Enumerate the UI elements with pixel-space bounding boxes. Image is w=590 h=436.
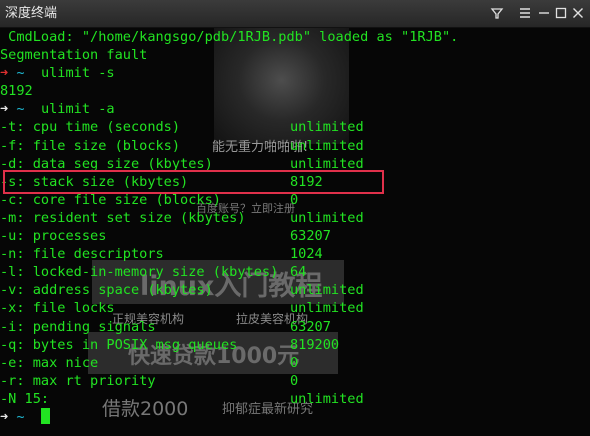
prompt-arrow-icon: ➜ [0,408,9,425]
command-text: ulimit -s [40,65,115,82]
ulimit-row: -l: locked-in-memory size (kbytes) 64 [0,263,590,281]
window-titlebar[interactable]: 深度终端 [0,0,590,28]
ulimit-value: 0 [290,372,299,389]
ulimit-row: -f: file size (blocks) unlimited [0,137,590,155]
ulimit-value: unlimited [290,282,364,299]
ulimit-list: -t: cpu time (seconds) unlimited -f: file … [0,118,590,408]
ulimit-value: unlimited [290,209,364,226]
prompt-line: ➜ ~ [0,407,590,426]
ulimit-value: 0 [290,354,299,371]
command-text: ulimit -a [40,101,115,118]
ulimit-label: -n: file descriptors [0,246,164,263]
ulimit-value: 63207 [290,228,331,245]
ulimit-value: 1024 [290,246,323,263]
ulimit-row: -n: file descriptors 1024 [0,245,590,263]
maximize-icon[interactable] [552,4,570,22]
ulimit-label: -q: bytes in POSIX msg queues [0,336,238,353]
ulimit-value: unlimited [290,300,364,317]
ulimit-label: -i: pending signals [0,318,156,335]
prompt-line: ➜ ~ ulimit -a [0,100,590,118]
terminal-output: CmdLoad: "/home/kangsgo/pdb/1RJB.pdb" lo… [0,28,590,426]
ulimit-row: -t: cpu time (seconds) unlimited [0,118,590,136]
prompt-directory: ~ [16,101,25,118]
ulimit-row: -v: address space (kbytes) unlimited [0,281,590,299]
prompt-arrow-icon: ➜ [0,65,9,82]
ulimit-row: -q: bytes in POSIX msg queues 819200 [0,336,590,354]
ulimit-value: unlimited [290,137,364,154]
ulimit-label: -e: max nice [0,354,99,371]
filter-icon[interactable] [488,4,506,22]
ulimit-value: unlimited [290,390,364,407]
menu-icon[interactable] [516,4,534,22]
prompt-directory: ~ [16,65,25,82]
ulimit-label: -v: address space (kbytes) [0,282,213,299]
ulimit-row: -x: file locks unlimited [0,299,590,317]
prompt-line: ➜ ~ ulimit -s [0,64,590,82]
ulimit-label: -m: resident set size (kbytes) [0,209,246,226]
ulimit-row: -e: max nice 0 [0,354,590,372]
ulimit-label: -c: core file size (blocks) [0,191,221,208]
ulimit-label: -N 15: [0,390,50,407]
ulimit-label: -t: cpu time (seconds) [0,119,181,136]
terminal-cursor [40,407,50,424]
ulimit-value: unlimited [290,119,364,136]
prompt-directory: ~ [16,408,25,425]
ulimit-label: -l: locked-in-memory size (kbytes) [0,264,279,281]
ulimit-row: -m: resident set size (kbytes) unlimited [0,209,590,227]
window-title: 深度终端 [5,6,58,21]
close-icon[interactable] [569,4,587,22]
ulimit-row: -r: max rt priority 0 [0,372,590,390]
ulimit-label: -r: max rt priority [0,372,156,389]
terminal-line: CmdLoad: "/home/kangsgo/pdb/1RJB.pdb" lo… [0,29,459,45]
ulimit-row: -i: pending signals 63207 [0,318,590,336]
prompt-arrow-icon: ➜ [0,101,9,118]
terminal-area[interactable]: 能无重力啪啪啪! 百度账号？立即注册 linux入门教程 正规美容机构 拉皮美容… [0,28,590,436]
ulimit-label: -f: file size (blocks) [0,137,181,154]
minimize-icon[interactable] [535,4,553,22]
terminal-line: Segmentation fault [0,47,148,64]
ulimit-value: 64 [290,264,307,281]
ulimit-label: -x: file locks [0,300,115,317]
stack-size-highlight [3,170,384,194]
terminal-line: 8192 [0,83,33,100]
ulimit-label: -u: processes [0,228,107,245]
ulimit-value: 819200 [290,336,340,353]
ulimit-row: -N 15: unlimited [0,390,590,408]
ulimit-row: -u: processes 63207 [0,227,590,245]
ulimit-value: 63207 [290,318,331,335]
